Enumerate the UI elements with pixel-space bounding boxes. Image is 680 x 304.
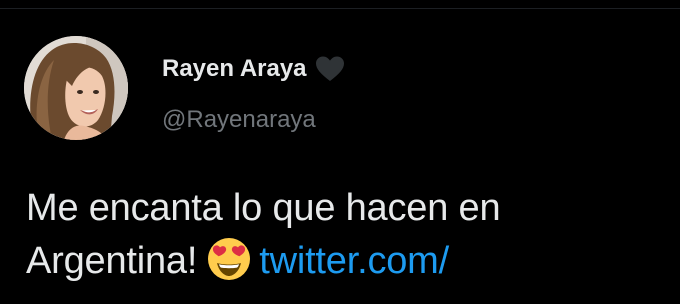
tweet-text-argentina: Argentina!: [26, 240, 198, 282]
tweet-link[interactable]: twitter.com/: [259, 240, 449, 282]
tweet-card: Rayen Araya @Rayenaraya Me encanta lo qu…: [0, 0, 680, 304]
tweet-text-line-1: Me encanta lo que hacen en: [26, 187, 501, 229]
black-heart-icon: [315, 55, 345, 83]
avatar-photo: [24, 36, 128, 140]
tweet-text-line-2: Argentina! twitter.com/: [26, 235, 666, 288]
author-display-name[interactable]: Rayen Araya: [162, 55, 307, 83]
avatar[interactable]: [24, 36, 128, 140]
heart-eyes-emoji-icon: [205, 235, 253, 283]
author-name-row: Rayen Araya: [162, 52, 345, 86]
tweet-text: Me encanta lo que hacen en Argentina! tw…: [26, 182, 666, 288]
author-handle[interactable]: @Rayenaraya: [162, 106, 316, 134]
